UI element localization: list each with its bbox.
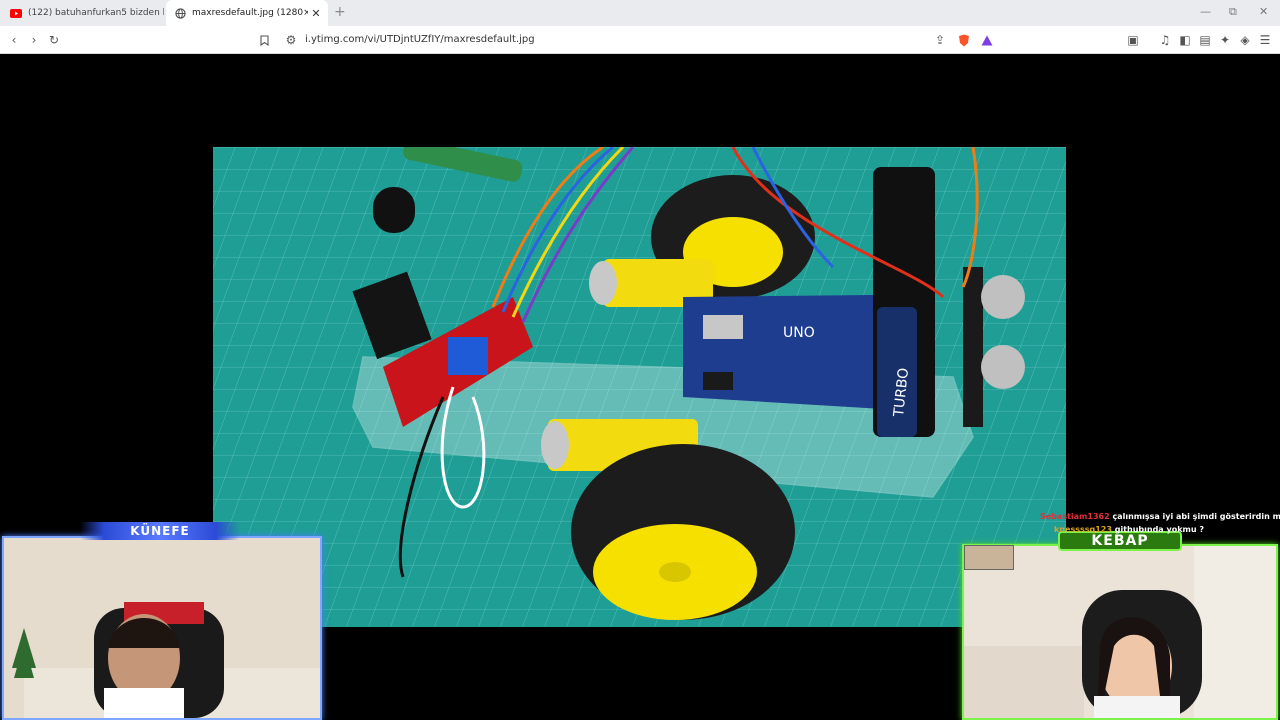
right-webcam [962, 544, 1278, 720]
youtube-icon [10, 7, 22, 19]
tab-search-icon[interactable]: ▣ [1125, 32, 1141, 48]
sidebar-icon[interactable]: ◧ [1177, 32, 1193, 48]
tab-youtube[interactable]: (122) batuhanfurkan5 bizden biri ba [4, 0, 164, 26]
chat-message: knessssq123 githubında yokmu ? [1040, 523, 1276, 536]
share-icon[interactable]: ⇪ [932, 32, 948, 48]
chat-username: knessssq123 [1054, 525, 1112, 534]
bookmark-icon[interactable] [256, 32, 272, 48]
forward-icon[interactable]: › [26, 32, 42, 48]
reload-icon[interactable]: ↻ [46, 32, 62, 48]
back-icon[interactable]: ‹ [6, 32, 22, 48]
leo-ai-icon[interactable]: ✦ [1217, 32, 1233, 48]
minimize-icon[interactable]: — [1200, 5, 1211, 18]
brave-shields-icon[interactable] [956, 32, 972, 48]
new-tab-button[interactable]: + [334, 4, 346, 20]
tab-image[interactable]: maxresdefault.jpg (1280×720) ✕ [166, 0, 328, 26]
robot-car-photo: UNO TURBO [213, 147, 1066, 627]
maximize-icon[interactable]: ⧉ [1229, 5, 1237, 19]
chat-avatar [964, 545, 1014, 570]
address-toolbar: ‹ › ↻ ⚙ i.ytimg.com/vi/UTDjntUZfIY/maxre… [0, 26, 1280, 54]
wallet-icon[interactable]: ▤ [1197, 32, 1213, 48]
left-webcam [2, 536, 322, 720]
menu-icon[interactable]: ☰ [1257, 32, 1273, 48]
left-cam-label: KÜNEFE [80, 522, 240, 540]
globe-icon [174, 7, 186, 19]
chat-message: Sebastiam1362 çalınmışsa iyi abi şimdi g… [1040, 510, 1280, 523]
tab-title: maxresdefault.jpg (1280×720) [192, 8, 308, 18]
close-tab-icon[interactable]: ✕ [308, 7, 324, 20]
vpn-icon[interactable]: ◈ [1237, 32, 1253, 48]
tab-title: (122) batuhanfurkan5 bizden biri ba [28, 8, 164, 18]
url-field[interactable]: i.ytimg.com/vi/UTDjntUZfIY/maxresdefault… [305, 34, 535, 45]
board-label: UNO [783, 325, 815, 341]
tab-bar: (122) batuhanfurkan5 bizden biri ba maxr… [0, 0, 1280, 26]
stream-stage: UNO TURBO KÜNEFE KEBAP Sebastiam1362 çal… [0, 54, 1280, 720]
chat-username: Sebastiam1362 [1040, 512, 1110, 521]
chat-overlay: Sebastiam1362 çalınmışsa iyi abi şimdi g… [1040, 510, 1280, 536]
brave-rewards-icon[interactable] [979, 32, 995, 48]
media-icon[interactable]: ♫ [1157, 32, 1173, 48]
chat-text: çalınmışsa iyi abi şimdi gösterirdin maz… [1112, 512, 1280, 521]
chat-text: githubında yokmu ? [1114, 525, 1204, 534]
window-close-icon[interactable]: ✕ [1259, 5, 1268, 18]
site-info-icon[interactable]: ⚙ [283, 32, 299, 48]
